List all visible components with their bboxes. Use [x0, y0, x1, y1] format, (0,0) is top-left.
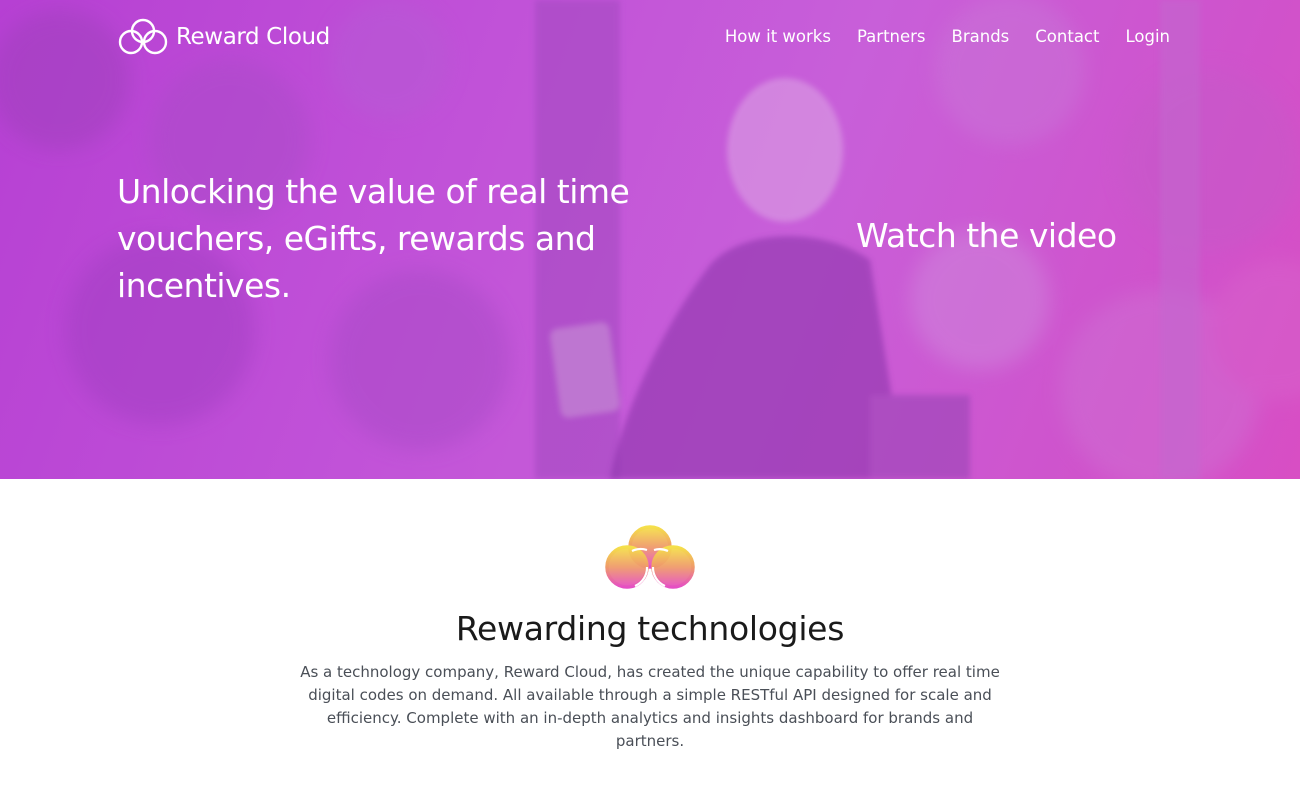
section-title: Rewarding technologies: [455, 609, 845, 648]
hero-section: Reward Cloud How it works Partners Brand…: [0, 0, 1300, 479]
nav-contact[interactable]: Contact: [1035, 26, 1099, 48]
nav-partners[interactable]: Partners: [857, 26, 926, 48]
top-navbar: Reward Cloud How it works Partners Brand…: [0, 0, 1300, 76]
cloud-logo-icon: [118, 18, 168, 55]
nav-login[interactable]: Login: [1125, 26, 1170, 48]
hero-headline: Unlocking the value of real time voucher…: [117, 172, 630, 305]
brand-name: Reward Cloud: [176, 24, 330, 50]
main-nav: How it works Partners Brands Contact Log…: [699, 26, 1170, 48]
nav-brands[interactable]: Brands: [952, 26, 1010, 48]
watch-video-link[interactable]: Watch the video: [856, 212, 1117, 259]
cloud-logo-icon: [605, 525, 695, 589]
about-section: Rewarding technologies As a technology c…: [0, 479, 1300, 803]
section-description: As a technology company, Reward Cloud, h…: [300, 663, 1000, 750]
nav-how-it-works[interactable]: How it works: [725, 26, 831, 48]
brand-link[interactable]: Reward Cloud: [117, 17, 330, 57]
